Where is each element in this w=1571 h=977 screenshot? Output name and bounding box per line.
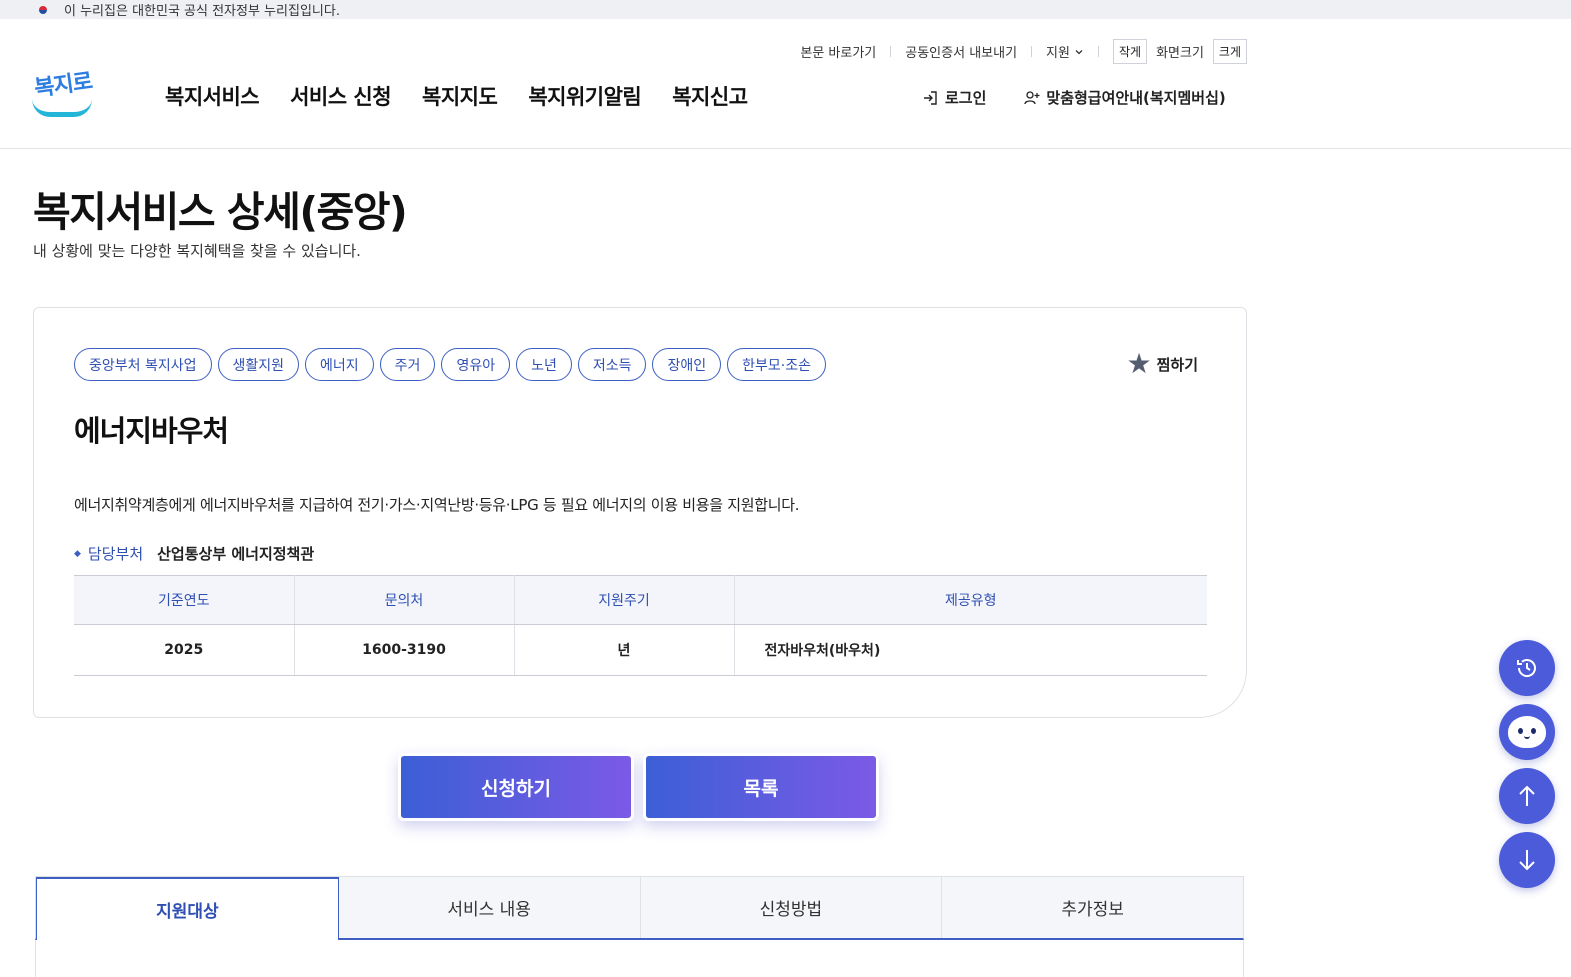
user-add-icon	[1024, 90, 1040, 104]
service-info-table: 기준연도 문의처 지원주기 제공유형 2025 1600-3190 년 전자바우…	[74, 575, 1207, 676]
scroll-top-button[interactable]	[1499, 768, 1555, 824]
recent-history-button[interactable]	[1499, 640, 1555, 696]
arrow-up-icon	[1519, 785, 1535, 806]
scroll-bottom-button[interactable]	[1499, 832, 1555, 888]
font-size-label: 화면크기	[1156, 46, 1204, 61]
star-icon: ★	[1126, 347, 1152, 380]
category-tag[interactable]: 장애인	[652, 348, 722, 381]
language-select[interactable]: 지원	[1046, 42, 1084, 61]
category-tag[interactable]: 주거	[379, 348, 436, 381]
utility-menu: 본문 바로가기 공동인증서 내보내기 지원 작게 화면크기 크게	[800, 39, 1247, 64]
department-info: ◆ 담당부처 산업통상부 에너지정책관	[74, 543, 314, 564]
login-link[interactable]: 로그인	[922, 87, 986, 108]
login-label: 로그인	[945, 89, 987, 107]
history-icon	[1517, 659, 1536, 677]
chatbot-button[interactable]	[1499, 704, 1555, 760]
table-header-cell: 제공유형	[734, 575, 1207, 625]
table-cell-cycle: 년	[514, 624, 735, 676]
nav-item-welfare-services[interactable]: 복지서비스	[165, 81, 260, 111]
apply-button[interactable]: 신청하기	[398, 753, 634, 821]
site-logo[interactable]: 복지로	[32, 65, 94, 121]
list-button[interactable]: 목록	[643, 753, 879, 821]
table-row: 2025 1600-3190 년 전자바우처(바우처)	[74, 624, 1207, 676]
tab-panel-border	[1243, 940, 1244, 977]
category-tag[interactable]: 저소득	[577, 348, 647, 381]
page-subtitle: 내 상황에 맞는 다양한 복지혜택을 찾을 수 있습니다.	[33, 242, 361, 260]
korea-flag-icon	[34, 4, 52, 16]
font-size-large-button[interactable]: 크게	[1212, 39, 1247, 64]
gov-banner-text: 이 누리집은 대한민국 공식 전자정부 누리집입니다.	[64, 4, 340, 19]
arrow-down-icon	[1519, 850, 1535, 871]
membership-label: 맞춤형급여안내(복지멤버십)	[1046, 89, 1226, 107]
chevron-down-icon	[1075, 49, 1083, 54]
category-tag[interactable]: 중앙부처 복지사업	[74, 348, 212, 381]
site-header: 본문 바로가기 공동인증서 내보내기 지원 작게 화면크기 크게 복지로 복지서…	[0, 19, 1571, 149]
language-label: 지원	[1046, 46, 1070, 61]
tab-eligibility[interactable]: 지원대상	[36, 877, 339, 940]
gov-banner: 이 누리집은 대한민국 공식 전자정부 누리집입니다.	[0, 0, 1571, 19]
cert-export-link[interactable]: 공동인증서 내보내기	[905, 42, 1017, 61]
department-label: 담당부처	[87, 545, 144, 563]
category-tag[interactable]: 에너지	[305, 348, 374, 381]
nav-item-service-apply[interactable]: 서비스 신청	[290, 81, 391, 111]
divider	[890, 46, 892, 57]
user-menu: 로그인 맞춤형급여안내(복지멤버십)	[922, 87, 1226, 108]
category-tag[interactable]: 한부모·조손	[727, 348, 826, 381]
detail-tabs: 지원대상 서비스 내용 신청방법 추가정보	[35, 876, 1244, 940]
category-tag[interactable]: 생활지원	[217, 348, 300, 381]
page-title: 복지서비스 상세(중앙)	[33, 188, 408, 236]
main-navigation: 복지서비스 서비스 신청 복지지도 복지위기알림 복지신고	[165, 81, 748, 111]
tab-how-to-apply[interactable]: 신청방법	[640, 877, 943, 938]
divider	[1031, 46, 1033, 57]
service-description: 에너지취약계층에게 에너지바우처를 지급하여 전기·가스·지역난방·등유·LPG…	[74, 496, 800, 514]
table-header-cell: 지원주기	[514, 575, 735, 625]
table-cell-type: 전자바우처(바우처)	[734, 624, 1207, 676]
nav-item-welfare-report[interactable]: 복지신고	[672, 81, 748, 111]
service-detail-card: 중앙부처 복지사업 생활지원 에너지 주거 영유아 노년 저소득 장애인 한부모…	[33, 307, 1247, 718]
table-header-cell: 기준연도	[74, 575, 295, 625]
table-header-cell: 문의처	[294, 575, 515, 625]
bookmark-button[interactable]: ★ 찜하기	[1126, 350, 1198, 378]
nav-item-crisis-alert[interactable]: 복지위기알림	[528, 81, 641, 111]
service-name: 에너지바우처	[74, 414, 229, 448]
logo-text: 복지로	[32, 69, 94, 102]
category-tags: 중앙부처 복지사업 생활지원 에너지 주거 영유아 노년 저소득 장애인 한부모…	[74, 348, 826, 381]
logo-smile-mark	[32, 99, 92, 117]
category-tag[interactable]: 영유아	[441, 348, 511, 381]
tab-additional-info[interactable]: 추가정보	[942, 877, 1243, 938]
tab-panel-border	[35, 940, 36, 977]
login-icon	[924, 90, 937, 105]
table-header-row: 기준연도 문의처 지원주기 제공유형	[74, 575, 1207, 625]
divider	[1097, 46, 1099, 57]
table-cell-contact: 1600-3190	[294, 624, 515, 676]
chatbot-face-icon	[1508, 716, 1546, 748]
diamond-bullet-icon: ◆	[74, 548, 81, 559]
tab-service-content[interactable]: 서비스 내용	[338, 877, 641, 938]
font-size-small-button[interactable]: 작게	[1112, 39, 1148, 64]
bookmark-label: 찜하기	[1156, 355, 1198, 374]
skip-to-content-link[interactable]: 본문 바로가기	[800, 42, 876, 61]
department-value: 산업통상부 에너지정책관	[157, 545, 315, 563]
membership-link[interactable]: 맞춤형급여안내(복지멤버십)	[1023, 87, 1226, 108]
table-cell-year: 2025	[74, 624, 295, 676]
nav-item-welfare-map[interactable]: 복지지도	[422, 81, 498, 111]
category-tag[interactable]: 노년	[516, 348, 572, 381]
